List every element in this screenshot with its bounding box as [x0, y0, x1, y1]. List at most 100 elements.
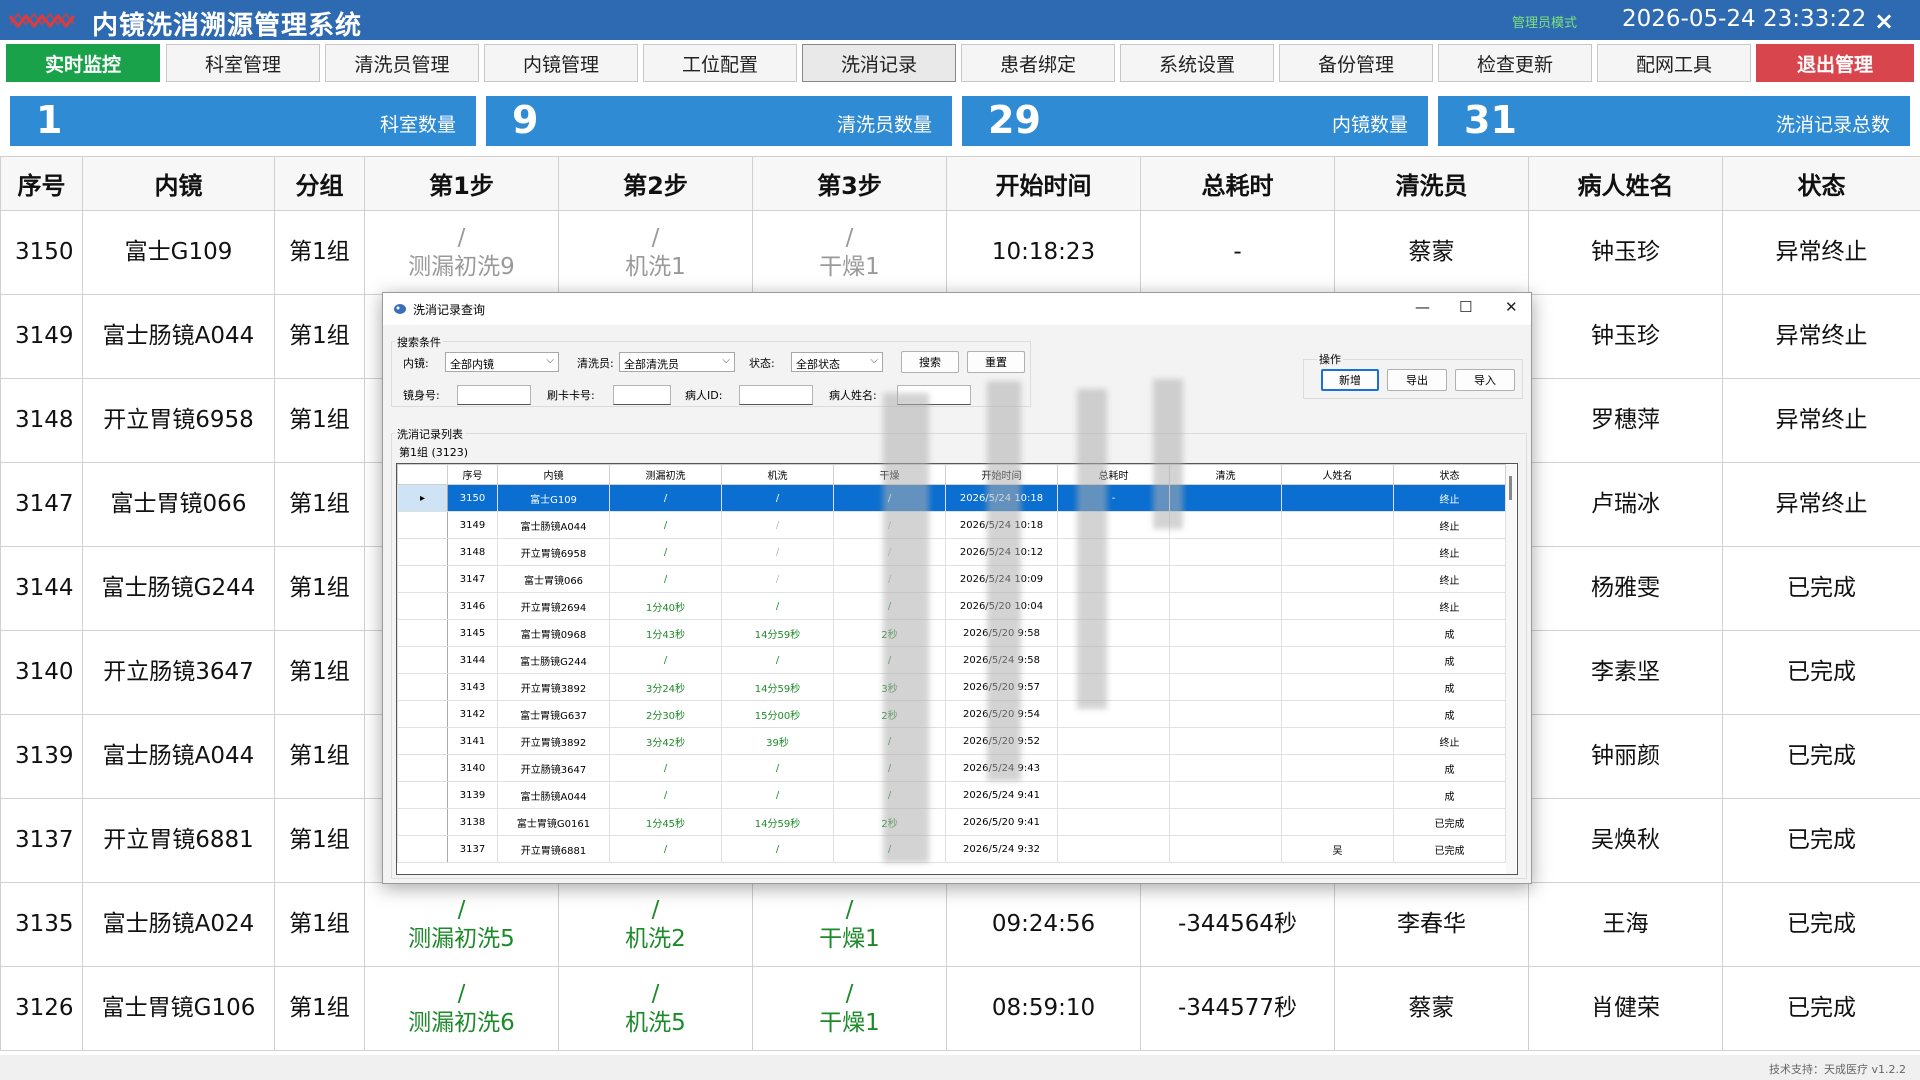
grid-header-row: 序号 内镜 测漏初洗 机洗 干燥 开始时间 总耗时 清洗 人姓名 状态 [397, 464, 1506, 485]
patient-id-input[interactable] [739, 385, 813, 405]
nav-patient-bind[interactable]: 患者绑定 [961, 44, 1115, 82]
grid-cell-id: 3137 [447, 835, 498, 863]
status-cell: 已完成 [1722, 966, 1920, 1051]
grid-row[interactable]: 3146开立胃镜26941分40秒//2026/5/20 10:04终止 [397, 592, 1506, 620]
step-cell: / 机洗2 [558, 882, 753, 967]
status-cell: 已完成 [1722, 630, 1920, 715]
grid-cell-id: 3149 [447, 511, 498, 539]
scope-no-input[interactable] [457, 385, 531, 405]
scrollbar-thumb[interactable] [1509, 476, 1512, 500]
scope-filter-select[interactable]: 全部内镜 ⌵ [445, 352, 559, 372]
grid-cell-washer [1169, 754, 1282, 782]
grid-row[interactable]: 3140开立肠镜3647///2026/5/24 9:43成 [397, 754, 1506, 782]
nav-settings[interactable]: 系统设置 [1120, 44, 1274, 82]
grid-cell-washer [1169, 511, 1282, 539]
nav-department[interactable]: 科室管理 [166, 44, 320, 82]
patient-name-label: 病人姓名: [829, 389, 877, 402]
grid-row[interactable]: 3138富士胃镜G01611分45秒14分59秒2秒2026/5/20 9:41… [397, 808, 1506, 836]
nav-network-tool[interactable]: 配网工具 [1597, 44, 1751, 82]
row-header[interactable] [397, 727, 448, 755]
grid-row[interactable]: 3149富士肠镜A044///2026/5/24 10:18终止 [397, 511, 1506, 539]
grid-col-header[interactable]: 机洗 [721, 464, 834, 485]
row-header[interactable] [397, 700, 448, 728]
grid-col-header[interactable]: 清洗 [1169, 464, 1282, 485]
nav-check-update[interactable]: 检查更新 [1438, 44, 1592, 82]
grid-scrollbar[interactable] [1506, 464, 1516, 874]
row-header[interactable]: ▸ [397, 484, 448, 512]
grid-row[interactable]: 3144富士肠镜G244///2026/5/24 9:58成 [397, 646, 1506, 674]
scope-cell: 开立胃镜6881 [82, 798, 275, 883]
grid-row[interactable]: 3139富士肠镜A044///2026/5/24 9:41成 [397, 781, 1506, 809]
import-button[interactable]: 导入 [1455, 369, 1515, 391]
grid-row[interactable]: 3145富士胃镜09681分43秒14分59秒2秒2026/5/20 9:58成 [397, 619, 1506, 647]
nav-workstation[interactable]: 工位配置 [643, 44, 797, 82]
datetime-display: 2026-05-24 23:33:22 [1622, 6, 1867, 32]
nav-wash-records[interactable]: 洗消记录 [802, 44, 956, 82]
grid-cell-total [1057, 754, 1170, 782]
patient-cell: 杨雅雯 [1528, 546, 1723, 631]
grid-row[interactable]: 3147富士胃镜066///2026/5/24 10:09终止 [397, 565, 1506, 593]
row-header[interactable] [397, 511, 448, 539]
table-row[interactable]: 3126 富士胃镜G106 第1组 / 测漏初洗6/机洗5/干燥1 08:59:10 -34… [0, 966, 1920, 1051]
grid-cell-b: / [721, 646, 834, 674]
group-cell: 第1组 [274, 966, 365, 1051]
washer-filter-select[interactable]: 全部清洗员 ⌵ [619, 352, 735, 372]
scope-filter-label: 内镜: [403, 357, 429, 370]
row-header[interactable] [397, 754, 448, 782]
row-header[interactable] [397, 835, 448, 863]
id-cell: 3148 [0, 378, 83, 463]
grid-row[interactable]: 3141开立胃镜38923分42秒39秒/2026/5/20 9:52终止 [397, 727, 1506, 755]
grid-cell-scope: 富士胃镜G0161 [497, 808, 610, 836]
nav-realtime-monitor[interactable]: 实时监控 [6, 44, 160, 82]
minimize-icon[interactable]: — [1415, 298, 1430, 316]
step-mark: / [845, 980, 854, 1007]
row-header[interactable] [397, 592, 448, 620]
row-header[interactable] [397, 646, 448, 674]
col-header: 开始时间 [946, 156, 1141, 211]
patient-cell: 钟丽颜 [1528, 714, 1723, 799]
grid-cell-scope: 富士胃镜G637 [497, 700, 610, 728]
grid-cell-status: 成 [1393, 754, 1506, 782]
grid-row[interactable]: 3143开立胃镜38923分24秒14分59秒3秒2026/5/20 9:57成 [397, 673, 1506, 701]
search-button[interactable]: 搜索 [901, 351, 959, 373]
grid-cell-b: 39秒 [721, 727, 834, 755]
grid-col-header[interactable]: 内镜 [497, 464, 610, 485]
grid-cell-a: 1分45秒 [609, 808, 722, 836]
card-no-input[interactable] [613, 385, 671, 405]
close-icon[interactable]: ✕ [1505, 298, 1518, 316]
row-header[interactable] [397, 808, 448, 836]
grid-cell-id: 3147 [447, 565, 498, 593]
id-cell: 3149 [0, 294, 83, 379]
nav-endoscope[interactable]: 内镜管理 [484, 44, 638, 82]
reset-button[interactable]: 重置 [967, 351, 1025, 373]
nav-exit-admin[interactable]: 退出管理 [1756, 44, 1914, 82]
app-small-icon [394, 304, 406, 314]
close-icon[interactable]: × [1874, 7, 1894, 35]
maximize-icon[interactable]: ☐ [1459, 298, 1472, 316]
grid-col-header[interactable]: 状态 [1393, 464, 1506, 485]
export-button[interactable]: 导出 [1387, 369, 1447, 391]
grid-row[interactable]: 3137开立胃镜6881///2026/5/24 9:32吴已完成 [397, 835, 1506, 863]
nav-washer[interactable]: 清洗员管理 [325, 44, 479, 82]
grid-row[interactable]: 3148开立胃镜6958///2026/5/24 10:12终止 [397, 538, 1506, 566]
record-grid[interactable]: 序号 内镜 测漏初洗 机洗 干燥 开始时间 总耗时 清洗 人姓名 状态 ▸315… [396, 463, 1518, 875]
grid-row[interactable]: 3142富士胃镜G6372分30秒15分00秒2秒2026/5/20 9:54成 [397, 700, 1506, 728]
grid-row[interactable]: ▸3150富士G109///2026/5/24 10:18-终止 [397, 484, 1506, 512]
grid-col-header[interactable]: 测漏初洗 [609, 464, 722, 485]
row-header[interactable] [397, 673, 448, 701]
grid-cell-patient: 吴 [1281, 835, 1394, 863]
table-row[interactable]: 3150 富士G109 第1组 / 测漏初洗9/机洗1/干燥1 10:18:23- 蔡蒙 钟玉… [0, 210, 1920, 295]
dialog-title-bar[interactable]: 洗消记录查询 — ☐ ✕ [383, 293, 1531, 325]
grid-col-header[interactable]: 人姓名 [1281, 464, 1394, 485]
grid-cell-total [1057, 727, 1170, 755]
row-header[interactable] [397, 565, 448, 593]
grid-col-header[interactable]: 序号 [447, 464, 498, 485]
row-header[interactable] [397, 538, 448, 566]
row-header[interactable] [397, 781, 448, 809]
add-button[interactable]: 新增 [1321, 369, 1379, 391]
patient-cell: 钟玉珍 [1528, 294, 1723, 379]
status-filter-select[interactable]: 全部状态 ⌵ [791, 352, 883, 372]
table-row[interactable]: 3135 富士肠镜A024 第1组 / 测漏初洗5/机洗2/干燥1 09:24:56 -34… [0, 882, 1920, 967]
row-header[interactable] [397, 619, 448, 647]
nav-backup[interactable]: 备份管理 [1279, 44, 1433, 82]
